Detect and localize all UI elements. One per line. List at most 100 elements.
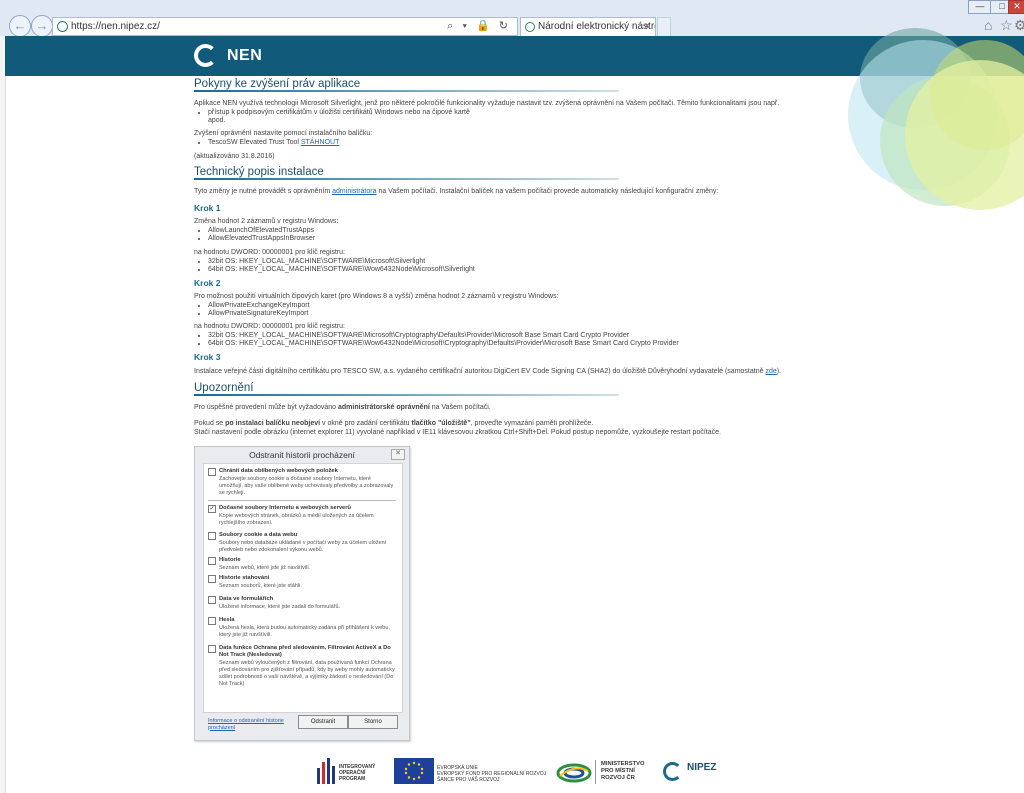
- step-title: Krok 3: [194, 352, 221, 362]
- step3-body: Instalace veřejné části digitálního cert…: [194, 368, 794, 377]
- option-label: Historie: [219, 557, 241, 563]
- warning-p2: Pokud se po instalaci balíčku neobjeví v…: [194, 420, 794, 437]
- text-bold: tlačítko "úložiště": [411, 420, 471, 427]
- option-description: Soubory nebo databáze ukládané v počítač…: [219, 540, 387, 553]
- checkbox[interactable]: [208, 645, 216, 653]
- option-description: Seznam webů vyloučených z filtrování, da…: [219, 660, 395, 687]
- checkbox-checked[interactable]: ✓: [208, 505, 216, 513]
- history-info-link[interactable]: Informace o odstranění historie procháze…: [208, 718, 298, 731]
- section-title: Pokyny ke zvýšení práv aplikace: [194, 78, 361, 90]
- iop-bars-icon: [317, 758, 335, 784]
- iop-logo: INTEGROVANÝ OPERAČNÍ PROGRAM: [316, 756, 392, 788]
- address-bar[interactable]: https://nen.nipez.cz/ ⌕ ▾ 🔒 ↻: [52, 17, 518, 36]
- warning-text: Pokud se po instalaci balíčku neobjeví v…: [194, 420, 794, 429]
- close-window-button[interactable]: ✕: [1008, 0, 1024, 14]
- step-value-text: na hodnotu DWORD: 00000001 pro klíč regi…: [194, 323, 345, 330]
- registry-keys: 32bit OS: HKEY_LOCAL_MACHINE\SOFTWARE\Mi…: [194, 258, 794, 275]
- dialog-options-panel: Chránit data oblíbených webových položek…: [203, 463, 403, 713]
- text: Pro úspěšné provedení může být vyžadován…: [194, 404, 338, 411]
- checkbox[interactable]: [208, 532, 216, 540]
- text: Pokud se: [194, 420, 226, 427]
- text: v okně pro zadání certifikátu: [320, 420, 412, 427]
- home-icon[interactable]: ⌂: [984, 17, 992, 33]
- option-label: Hesla: [219, 617, 235, 623]
- gear-icon[interactable]: ⚙: [1014, 17, 1024, 34]
- step1-keys: na hodnotu DWORD: 00000001 pro klíč regi…: [194, 249, 794, 275]
- option-description: Zachovejte soubory cookie a dočasné soub…: [219, 476, 394, 496]
- mmr-line: ROZVOJ ČR: [601, 775, 635, 781]
- text: Tyto změny je nutné provádět s oprávnění…: [194, 188, 333, 195]
- favorites-star-icon[interactable]: ☆: [1000, 17, 1013, 34]
- nipez-logo: NIPEZ: [662, 756, 722, 788]
- administrator-link[interactable]: administrátora: [332, 188, 376, 195]
- mmr-text: MINISTERSTVO PRO MÍSTNÍ ROZVOJ ČR: [601, 761, 644, 782]
- option-label: Historie stahování: [219, 575, 270, 581]
- checkbox[interactable]: [208, 617, 216, 625]
- nipez-ring-icon: [663, 762, 682, 781]
- dialog-close-icon[interactable]: ✕: [391, 449, 405, 460]
- warning-text: Pro úspěšné provedení může být vyžadován…: [194, 404, 794, 413]
- list-item-text: apod.: [208, 117, 226, 124]
- registry-items: AllowLaunchOfElevatedTrustApps AllowElev…: [194, 227, 794, 244]
- checkbox[interactable]: [208, 596, 216, 604]
- step2-keys: na hodnotu DWORD: 00000001 pro klíč regi…: [194, 323, 794, 349]
- section-elevated-rights: Pokyny ke zvýšení práv aplikace: [194, 78, 794, 92]
- minimize-button[interactable]: —: [968, 0, 992, 14]
- browser-tab[interactable]: Národní elektronický nástroj ×: [520, 17, 656, 36]
- list-item: AllowPrivateExchangeKeyImport: [208, 302, 794, 311]
- mmr-logo: MINISTERSTVO PRO MÍSTNÍ ROZVOJ ČR: [556, 756, 656, 788]
- text-bold: po instalaci balíčku neobjeví: [225, 420, 321, 427]
- option-description: Seznam souborů, které jste stáhli.: [219, 583, 302, 589]
- back-arrow-icon[interactable]: ←: [9, 15, 31, 37]
- certificate-link[interactable]: zde: [765, 368, 776, 375]
- checkbox[interactable]: [208, 575, 216, 583]
- download-link[interactable]: STÁHNOUT: [301, 139, 340, 146]
- iop-line: PROGRAM: [339, 776, 366, 782]
- step-text: Změna hodnot 2 záznamů v registru Window…: [194, 218, 339, 225]
- step-title: Krok 2: [194, 278, 221, 288]
- list-item: AllowLaunchOfElevatedTrustApps: [208, 227, 794, 236]
- divider: [208, 500, 396, 501]
- step1-body: Změna hodnot 2 záznamů v registru Window…: [194, 218, 794, 244]
- list-item: AllowElevatedTrustAppsInBrowser: [208, 235, 794, 244]
- delete-history-dialog: Odstranit historii procházení ✕ Chránit …: [194, 446, 410, 741]
- new-tab-button[interactable]: [657, 17, 671, 37]
- mmr-line: PRO MÍSTNÍ: [601, 768, 635, 774]
- eu-logo: EVROPSKÁ UNIE EVROPSKÝ FOND PRO REGIONÁL…: [394, 756, 546, 788]
- option-label: Data ve formulářích: [219, 596, 274, 602]
- section-title: Upozornění: [194, 382, 254, 394]
- tab-favicon-icon: [525, 22, 535, 32]
- registry-keys: 32bit OS: HKEY_LOCAL_MACHINE\SOFTWARE\Mi…: [194, 332, 794, 349]
- delete-button[interactable]: Odstranit: [298, 715, 348, 729]
- warning-text: Stačí nastavení podle obrázku (internet …: [194, 428, 721, 436]
- list-item: přístup k podpisovým certifikátům v úlož…: [208, 109, 794, 126]
- list-item: 64bit OS: HKEY_LOCAL_MACHINE\SOFTWARE\Wo…: [208, 266, 794, 275]
- cancel-button[interactable]: Storno: [348, 715, 398, 729]
- browser-chrome: ← → https://nen.nipez.cz/ ⌕ ▾ 🔒 ↻ Národn…: [0, 0, 1024, 37]
- address-url[interactable]: https://nen.nipez.cz/: [71, 18, 160, 35]
- nen-logo-text[interactable]: NEN: [227, 47, 262, 65]
- checkbox[interactable]: [208, 557, 216, 565]
- tab-close-icon[interactable]: ×: [644, 18, 650, 36]
- feature-list: přístup k podpisovým certifikátům v úlož…: [194, 109, 794, 126]
- text: Instalace veřejné části digitálního cert…: [194, 368, 766, 375]
- text-bold: administrátorské oprávnění: [337, 404, 430, 411]
- left-window-edge: [0, 36, 6, 793]
- forward-arrow-icon[interactable]: →: [31, 15, 53, 37]
- address-tools-icons[interactable]: ⌕ ▾ 🔒 ↻: [447, 18, 511, 35]
- list-item: 32bit OS: HKEY_LOCAL_MACHINE\SOFTWARE\Mi…: [208, 332, 794, 341]
- tool-list: TescoSW Elevated Trust Tool STÁHNOUT: [194, 139, 794, 148]
- title-underline: [194, 393, 619, 396]
- tab-title[interactable]: Národní elektronický nástroj: [538, 18, 655, 36]
- eu-text: EVROPSKÁ UNIE EVROPSKÝ FOND PRO REGIONÁL…: [437, 765, 546, 783]
- checkbox[interactable]: [208, 468, 216, 476]
- list-item: TescoSW Elevated Trust Tool STÁHNOUT: [208, 139, 794, 148]
- list-item: 64bit OS: HKEY_LOCAL_MACHINE\SOFTWARE\Wo…: [208, 340, 794, 349]
- step-text: Pro možnost použití virtuálních čipových…: [194, 293, 559, 300]
- option-label: Chránit data oblíbených webových položek: [219, 468, 338, 474]
- step3: Krok 3: [194, 353, 794, 362]
- option-description: Kopie webových stránek, obrázků a médií …: [219, 513, 374, 526]
- nen-logo-icon[interactable]: [194, 44, 217, 67]
- install-text: Zvýšení oprávnění nastavíte pomocí insta…: [194, 130, 373, 137]
- intro-text: Aplikace NEN využívá technologii Microso…: [194, 100, 780, 107]
